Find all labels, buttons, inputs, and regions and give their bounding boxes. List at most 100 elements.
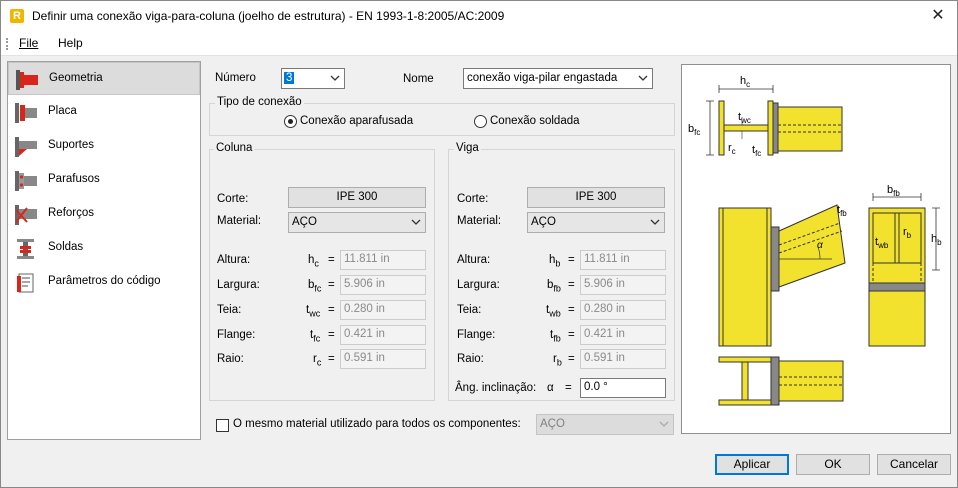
plate-icon (15, 103, 37, 123)
sidebar: Geometria Placa Suportes Parafusos Refor… (7, 61, 201, 440)
app-icon: R (10, 9, 24, 23)
nome-select[interactable]: conexão viga-pilar engastada (463, 68, 653, 89)
sidebar-item-label: Parâmetros do código (48, 275, 161, 287)
menu-bar: File Help (1, 32, 957, 56)
connection-diagram: hc bfc twc rc tfc α bfb tfb twb rb hb (681, 64, 951, 434)
column-height-field[interactable]: 11.811 in (340, 250, 426, 270)
menu-file[interactable]: File (19, 36, 38, 50)
connection-type-title: Tipo de conexão (215, 96, 304, 108)
equals-sign: = (568, 329, 575, 341)
beam-section-button[interactable]: IPE 300 (527, 187, 665, 208)
apply-button[interactable]: Aplicar (715, 454, 789, 475)
column-section-button[interactable]: IPE 300 (288, 187, 426, 208)
sidebar-item-geometria[interactable]: Geometria (8, 62, 200, 95)
beam-angle-field[interactable]: 0.0 ° (580, 378, 666, 398)
beam-row-symbol: twb (546, 304, 561, 319)
column-row-symbol: bfc (308, 279, 322, 294)
column-row-label: Teia: (217, 304, 242, 316)
column-row-symbol: tfc (310, 329, 321, 344)
bfb-label: bfb (887, 184, 900, 198)
column-row-label: Raio: (217, 353, 244, 365)
close-icon[interactable]: ✕ (925, 5, 951, 27)
ok-button[interactable]: OK (796, 454, 870, 475)
sidebar-item-soldas[interactable]: Soldas (8, 232, 200, 265)
bfc-label: bfc (688, 123, 700, 137)
beam-angle-label: Âng. inclinação: (455, 382, 537, 394)
title-bar: R Definir uma conexão viga-para-coluna (… (1, 1, 957, 32)
cancel-button[interactable]: Cancelar (877, 454, 951, 475)
dialog-window: R Definir uma conexão viga-para-coluna (… (0, 0, 958, 488)
plan-view (718, 356, 844, 406)
beam-radius-field[interactable]: 0.591 in (580, 349, 666, 369)
beam-title: Viga (454, 142, 481, 154)
beam-row-symbol: tfb (550, 329, 561, 344)
column-material-label: Material: (217, 215, 262, 227)
chevron-down-icon (650, 219, 660, 225)
column-row-label: Flange: (217, 329, 256, 341)
column-row-symbol: hc (308, 254, 319, 269)
column-corte-label: Corte: (217, 193, 249, 205)
numero-select[interactable]: 3 (281, 68, 345, 89)
welded-label[interactable]: Conexão soldada (490, 115, 580, 127)
hc-label: hc (740, 75, 750, 89)
stiffeners-icon (15, 205, 37, 225)
chevron-down-icon (411, 219, 421, 225)
beam-row-symbol: bfb (547, 279, 561, 294)
menu-grip-icon (6, 38, 8, 50)
beam-web-field[interactable]: 0.280 in (580, 300, 666, 320)
numero-value: 3 (284, 72, 295, 84)
column-width-field[interactable]: 5.906 in (340, 275, 426, 295)
equals-sign: = (568, 279, 575, 291)
sidebar-item-suportes[interactable]: Suportes (8, 130, 200, 163)
alpha-label: α (817, 240, 823, 251)
chevron-down-icon (330, 75, 340, 81)
equals-sign: = (565, 382, 572, 394)
sidebar-item-reforcos[interactable]: Reforços (8, 198, 200, 231)
equals-sign: = (568, 254, 575, 266)
column-flange-field[interactable]: 0.421 in (340, 325, 426, 345)
column-web-field[interactable]: 0.280 in (340, 300, 426, 320)
equals-sign: = (328, 279, 335, 291)
numero-label: Número (215, 72, 256, 84)
column-radius-field[interactable]: 0.591 in (340, 349, 426, 369)
geometry-icon (16, 70, 38, 90)
sidebar-item-parafusos[interactable]: Parafusos (8, 164, 200, 197)
same-material-checkbox[interactable] (216, 419, 229, 432)
sidebar-item-label: Suportes (48, 139, 95, 151)
supports-icon (15, 137, 37, 157)
chevron-down-icon (659, 421, 669, 427)
hb-label: hb (931, 233, 942, 247)
welded-radio[interactable] (474, 115, 487, 128)
code-parameters-icon (17, 273, 34, 293)
column-material-select[interactable]: AÇO (288, 212, 426, 233)
beam-flange-field[interactable]: 0.421 in (580, 325, 666, 345)
menu-help[interactable]: Help (58, 36, 83, 50)
beam-row-label: Raio: (457, 353, 484, 365)
sidebar-item-placa[interactable]: Placa (8, 96, 200, 129)
welds-icon (17, 239, 34, 259)
equals-sign: = (568, 353, 575, 365)
beam-material-value: AÇO (531, 216, 556, 228)
sidebar-item-parametros[interactable]: Parâmetros do código (8, 266, 200, 299)
column-row-label: Altura: (217, 254, 251, 266)
same-material-select: AÇO (536, 414, 674, 435)
bolted-label[interactable]: Conexão aparafusada (300, 115, 413, 127)
same-material-value: AÇO (540, 418, 565, 430)
beam-corte-label: Corte: (457, 193, 489, 205)
beam-material-select[interactable]: AÇO (527, 212, 665, 233)
equals-sign: = (328, 353, 335, 365)
beam-row-label: Altura: (457, 254, 491, 266)
same-material-label[interactable]: O mesmo material utilizado para todos os… (233, 418, 521, 430)
sidebar-item-label: Placa (48, 105, 77, 117)
beam-height-field[interactable]: 11.811 in (580, 250, 666, 270)
beam-width-field[interactable]: 5.906 in (580, 275, 666, 295)
tfc-label: tfc (752, 144, 761, 158)
sidebar-item-label: Parafusos (48, 173, 100, 185)
top-view (706, 85, 843, 156)
column-title: Coluna (214, 142, 255, 154)
equals-sign: = (328, 254, 335, 266)
window-title: Definir uma conexão viga-para-coluna (jo… (32, 9, 505, 23)
rc-label: rc (728, 142, 736, 156)
bolted-radio[interactable] (284, 115, 297, 128)
beam-row-symbol: hb (549, 254, 561, 269)
